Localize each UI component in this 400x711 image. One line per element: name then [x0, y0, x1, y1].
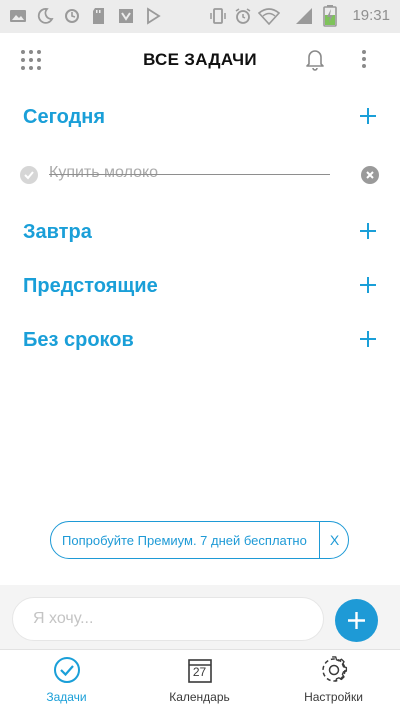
nav-label-calendar: Календарь [169, 690, 230, 704]
status-bar: 19:31 [0, 0, 400, 33]
gear-icon [321, 656, 347, 682]
remove-task-icon[interactable] [361, 166, 379, 184]
status-time: 19:31 [352, 7, 390, 24]
premium-banner[interactable]: Попробуйте Премиум. 7 дней бесплатно X [50, 521, 349, 559]
play-store-icon [147, 7, 161, 25]
section-title-tomorrow: Завтра [23, 221, 92, 243]
bell-icon[interactable] [302, 46, 328, 72]
section-upcoming: Предстоящие [0, 267, 400, 307]
task-input-container[interactable] [12, 597, 324, 641]
task-item[interactable]: Купить молоко [0, 155, 400, 195]
alarm-icon [235, 8, 251, 24]
sd-card-icon [93, 8, 104, 24]
completed-check-icon[interactable] [20, 166, 38, 184]
wifi-icon [258, 8, 280, 25]
task-text: Купить молоко [49, 164, 159, 181]
nav-tasks[interactable]: Задачи [0, 650, 133, 711]
premium-close-button[interactable]: X [320, 522, 349, 558]
task-strikethrough [49, 174, 330, 175]
nav-label-settings: Настройки [304, 690, 363, 704]
battery-charging-icon [323, 5, 337, 27]
calendar-day-number: 27 [192, 665, 207, 679]
signal-icon [296, 8, 312, 24]
section-no-date: Без сроков [0, 321, 400, 361]
check-circle-icon [53, 657, 80, 683]
nav-label-tasks: Задачи [46, 690, 87, 704]
bottom-navigation: Задачи 27 Календарь Настройки [0, 649, 400, 711]
add-no-date-plus-icon[interactable] [356, 327, 380, 351]
moon-icon [37, 8, 54, 24]
nav-settings[interactable]: Настройки [267, 650, 400, 711]
section-tomorrow: Завтра [0, 213, 400, 253]
download-app-icon [119, 9, 133, 23]
image-icon [10, 10, 26, 22]
app-header: ВСЕ ЗАДАЧИ [0, 33, 400, 87]
nav-calendar[interactable]: 27 Календарь [133, 650, 266, 711]
section-title-upcoming: Предстоящие [23, 275, 158, 297]
calendar-icon: 27 [186, 656, 214, 684]
more-vert-icon[interactable] [354, 47, 374, 71]
quick-add-bar [0, 585, 400, 649]
premium-banner-text[interactable]: Попробуйте Премиум. 7 дней бесплатно [62, 533, 307, 548]
add-upcoming-plus-icon[interactable] [356, 273, 380, 297]
section-title-today: Сегодня [23, 106, 106, 128]
add-tomorrow-plus-icon[interactable] [356, 219, 380, 243]
plus-icon [348, 612, 365, 629]
vibrate-icon [210, 8, 226, 24]
add-task-button[interactable] [335, 599, 378, 642]
section-title-no-date: Без сроков [23, 329, 134, 351]
section-today: Сегодня [0, 98, 400, 138]
sync-icon [65, 9, 79, 23]
add-today-plus-icon[interactable] [356, 104, 380, 128]
page-title: ВСЕ ЗАДАЧИ [143, 50, 257, 69]
task-input[interactable] [33, 608, 303, 630]
